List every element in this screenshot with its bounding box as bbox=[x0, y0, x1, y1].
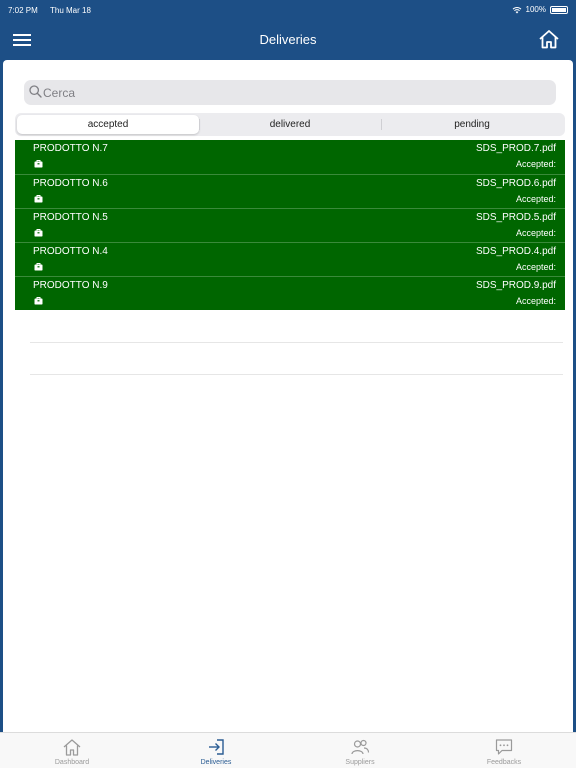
deliveries-list: PRODOTTO N.7 SDS_PROD.7.pdf Accepted: PR… bbox=[15, 140, 565, 310]
search-input[interactable] bbox=[43, 80, 543, 105]
status-time: 7:02 PM bbox=[8, 6, 38, 15]
status-date: Thu Mar 18 bbox=[50, 6, 91, 15]
delivery-status: Accepted: bbox=[515, 228, 556, 238]
list-separator bbox=[30, 342, 563, 343]
product-name: PRODOTTO N.4 bbox=[33, 246, 108, 257]
tab-label: Dashboard bbox=[54, 759, 90, 766]
bottom-tab-bar: Dashboard Deliveries Suppliers Feedbacks bbox=[0, 732, 576, 768]
segment-accepted[interactable]: accepted bbox=[17, 115, 199, 134]
delivery-row[interactable]: PRODOTTO N.7 SDS_PROD.7.pdf Accepted: bbox=[15, 140, 565, 174]
tab-dashboard[interactable]: Dashboard bbox=[0, 733, 144, 768]
battery-percent: 100% bbox=[525, 5, 546, 14]
segment-pending[interactable]: pending bbox=[381, 115, 563, 134]
home-icon[interactable] bbox=[538, 28, 560, 50]
list-separator bbox=[30, 374, 563, 375]
tab-feedbacks[interactable]: Feedbacks bbox=[432, 733, 576, 768]
bag-icon bbox=[34, 195, 43, 203]
segment-delivered[interactable]: delivered bbox=[199, 115, 381, 134]
delivery-row[interactable]: PRODOTTO N.5 SDS_PROD.5.pdf Accepted: bbox=[15, 208, 565, 242]
search-icon bbox=[29, 85, 42, 98]
delivery-row[interactable]: PRODOTTO N.9 SDS_PROD.9.pdf Accepted: bbox=[15, 276, 565, 310]
delivery-status: Accepted: bbox=[515, 194, 556, 204]
delivery-status: Accepted: bbox=[515, 262, 556, 272]
page-title: Deliveries bbox=[259, 32, 317, 47]
tab-label: Suppliers bbox=[345, 759, 375, 766]
tab-label: Deliveries bbox=[200, 759, 232, 766]
bag-icon bbox=[34, 297, 43, 305]
status-bar: 7:02 PM Thu Mar 18 100% bbox=[0, 0, 576, 20]
file-name: SDS_PROD.4.pdf bbox=[475, 246, 556, 257]
users-icon bbox=[351, 739, 370, 755]
app-screen: 7:02 PM Thu Mar 18 100% Deliveries Cerca… bbox=[0, 0, 576, 768]
home-icon bbox=[63, 739, 81, 756]
delivery-status: Accepted: bbox=[515, 159, 556, 169]
file-name: SDS_PROD.7.pdf bbox=[475, 143, 556, 154]
tab-deliveries[interactable]: Deliveries bbox=[144, 733, 288, 768]
login-arrow-icon bbox=[209, 739, 224, 755]
product-name: PRODOTTO N.7 bbox=[33, 143, 108, 154]
content-area: accepted delivered pending PRODOTTO N.7 … bbox=[3, 60, 573, 768]
bag-icon bbox=[34, 263, 43, 271]
product-name: PRODOTTO N.5 bbox=[33, 212, 108, 223]
delivery-row[interactable]: PRODOTTO N.6 SDS_PROD.6.pdf Accepted: bbox=[15, 174, 565, 208]
product-name: PRODOTTO N.9 bbox=[33, 280, 108, 291]
search-bar[interactable] bbox=[24, 80, 556, 105]
status-segmented-control: accepted delivered pending bbox=[15, 113, 565, 136]
delivery-row[interactable]: PRODOTTO N.4 SDS_PROD.4.pdf Accepted: bbox=[15, 242, 565, 276]
file-name: SDS_PROD.5.pdf bbox=[475, 212, 556, 223]
bag-icon bbox=[34, 229, 43, 237]
delivery-status: Accepted: bbox=[515, 296, 556, 306]
wifi-icon bbox=[512, 6, 521, 13]
product-name: PRODOTTO N.6 bbox=[33, 178, 108, 189]
tab-suppliers[interactable]: Suppliers bbox=[288, 733, 432, 768]
bag-icon bbox=[34, 160, 43, 168]
battery-icon bbox=[550, 5, 568, 14]
file-name: SDS_PROD.6.pdf bbox=[475, 178, 556, 189]
nav-header: Deliveries bbox=[0, 20, 576, 60]
chat-bubble-icon bbox=[495, 739, 513, 755]
tab-label: Feedbacks bbox=[486, 759, 522, 766]
file-name: SDS_PROD.9.pdf bbox=[475, 280, 556, 291]
status-right: 100% bbox=[512, 5, 568, 14]
